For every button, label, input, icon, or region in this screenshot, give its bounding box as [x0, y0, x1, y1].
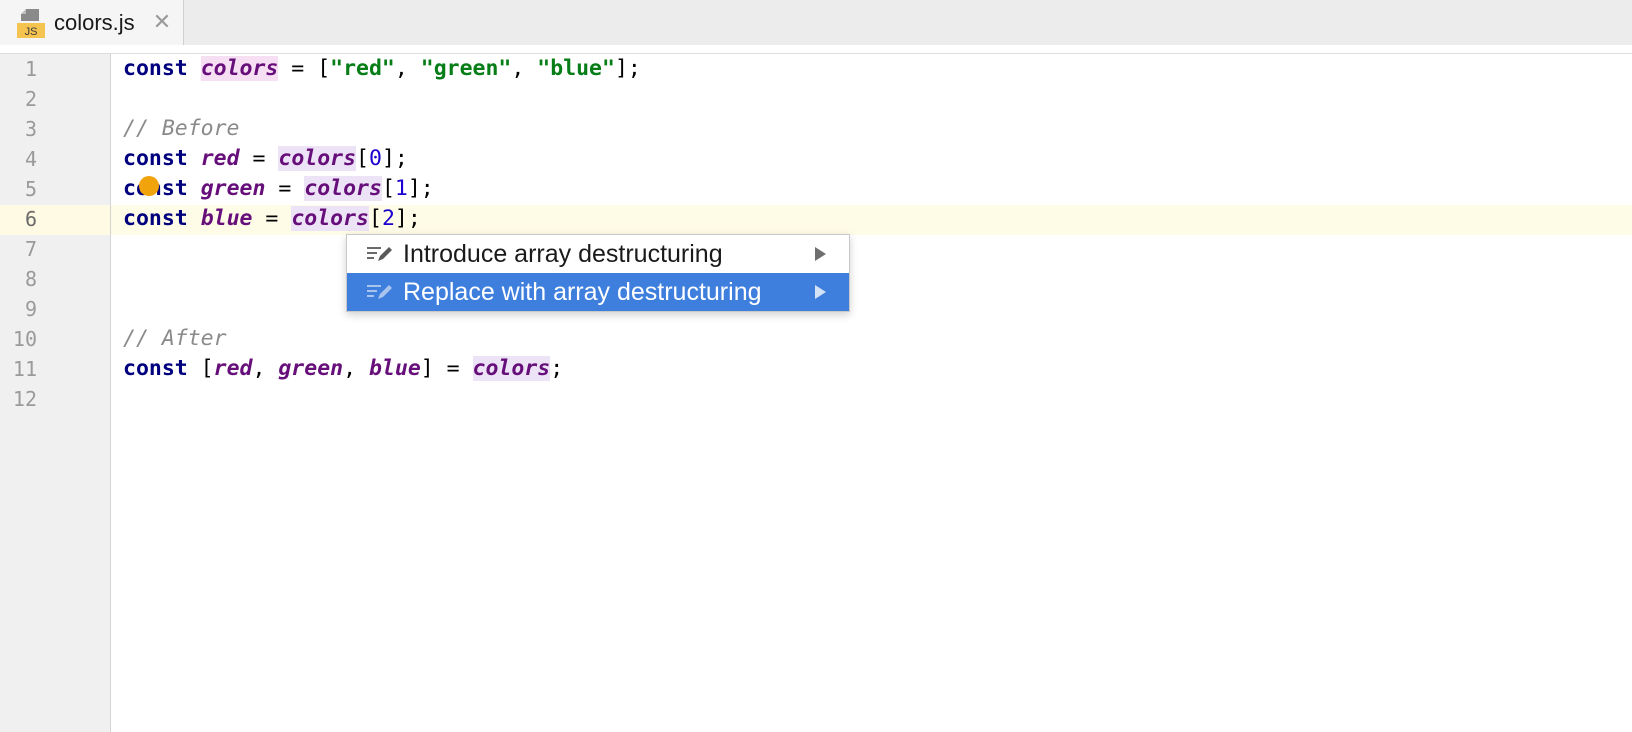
tab-bar-divider [0, 45, 1632, 54]
keyword-const: const [123, 356, 188, 381]
line-number: 7 [24, 237, 37, 261]
punctuation: [ [187, 356, 214, 381]
punctuation: , [394, 56, 421, 81]
variable-colors-ref[interactable]: colors [278, 146, 357, 171]
tab-colors-js[interactable]: JS colors.js ✕ [0, 0, 184, 46]
number-literal: 1 [394, 176, 408, 201]
code-line-3[interactable]: // Before [123, 114, 240, 144]
edit-icon [367, 285, 392, 299]
punctuation: ] = [420, 356, 473, 381]
intention-bulb-icon[interactable] [139, 176, 159, 196]
line-number: 3 [24, 117, 37, 141]
line-number: 4 [24, 147, 37, 171]
line-number-gutter: 1 2 3 4 5 6 7 8 9 10 11 12 [0, 54, 111, 732]
variable-colors[interactable]: colors [200, 56, 279, 81]
variable-colors-ref[interactable]: colors [304, 176, 382, 201]
code-line-6[interactable]: const blue = colors[2]; [123, 204, 421, 234]
line-number: 2 [24, 87, 37, 111]
code-line-10[interactable]: // After [123, 324, 227, 354]
keyword-const: const [123, 146, 188, 171]
keyword-const: const [123, 56, 188, 81]
line-number: 5 [24, 177, 37, 201]
punctuation: ]; [381, 146, 408, 171]
submenu-arrow-icon [815, 247, 826, 261]
punctuation: [ [356, 146, 369, 171]
variable-colors-ref[interactable]: colors [472, 356, 551, 381]
javascript-file-icon: JS [17, 9, 45, 38]
punctuation: = [239, 146, 279, 171]
number-literal: 0 [369, 146, 382, 171]
punctuation: [ [381, 176, 395, 201]
variable-green[interactable]: green [201, 176, 266, 201]
close-tab-icon[interactable]: ✕ [152, 10, 172, 34]
menu-item-label: Introduce array destructuring [403, 240, 723, 268]
line-number: 12 [12, 387, 37, 411]
code-line-1[interactable]: const colors = ["red", "green", "blue"]; [123, 54, 641, 84]
code-line-5[interactable]: const green = colors[1]; [123, 174, 434, 204]
punctuation: ]; [614, 56, 641, 81]
punctuation: , [511, 56, 538, 81]
variable-blue[interactable]: blue [369, 356, 421, 381]
menu-item-introduce-array-destructuring[interactable]: Introduce array destructuring [347, 235, 849, 273]
comment: // Before [123, 116, 240, 141]
line-number: 8 [24, 267, 37, 291]
punctuation: , [252, 356, 279, 381]
string-literal: "red" [330, 56, 395, 81]
js-badge-text: JS [25, 26, 38, 38]
punctuation: = [265, 176, 305, 201]
intention-actions-popup: Introduce array destructuring Replace wi… [346, 234, 850, 312]
variable-green[interactable]: green [278, 356, 343, 381]
line-number: 1 [24, 57, 37, 81]
submenu-arrow-icon [815, 285, 826, 299]
edit-icon [367, 247, 392, 261]
variable-red[interactable]: red [214, 356, 253, 381]
code-line-4[interactable]: const red = colors[0]; [123, 144, 408, 174]
menu-item-label: Replace with array destructuring [403, 278, 762, 306]
keyword-const: const [123, 206, 188, 231]
tab-title: colors.js [54, 10, 135, 35]
comment: // After [123, 326, 227, 351]
string-literal: "green" [420, 56, 512, 81]
variable-red[interactable]: red [201, 146, 240, 171]
string-literal: "blue" [537, 56, 615, 81]
editor-tab-bar: JS colors.js ✕ [0, 0, 1632, 46]
punctuation: = [ [278, 56, 331, 81]
line-number: 9 [24, 297, 37, 321]
variable-blue[interactable]: blue [201, 206, 253, 231]
punctuation: ]; [394, 206, 421, 231]
line-number: 11 [12, 357, 37, 381]
number-literal: 2 [381, 206, 395, 231]
variable-colors-ref[interactable]: colors [291, 206, 369, 231]
menu-item-replace-with-array-destructuring[interactable]: Replace with array destructuring [347, 273, 849, 311]
code-editor[interactable]: const colors = ["red", "green", "blue"];… [111, 54, 1632, 732]
line-number-current: 6 [24, 207, 37, 231]
punctuation: ]; [407, 176, 434, 201]
line-number: 10 [12, 327, 37, 351]
punctuation: ; [550, 356, 564, 381]
punctuation: , [343, 356, 369, 381]
code-line-11[interactable]: const [red, green, blue] = colors; [123, 354, 563, 384]
punctuation: [ [368, 206, 382, 231]
punctuation: = [252, 206, 292, 231]
